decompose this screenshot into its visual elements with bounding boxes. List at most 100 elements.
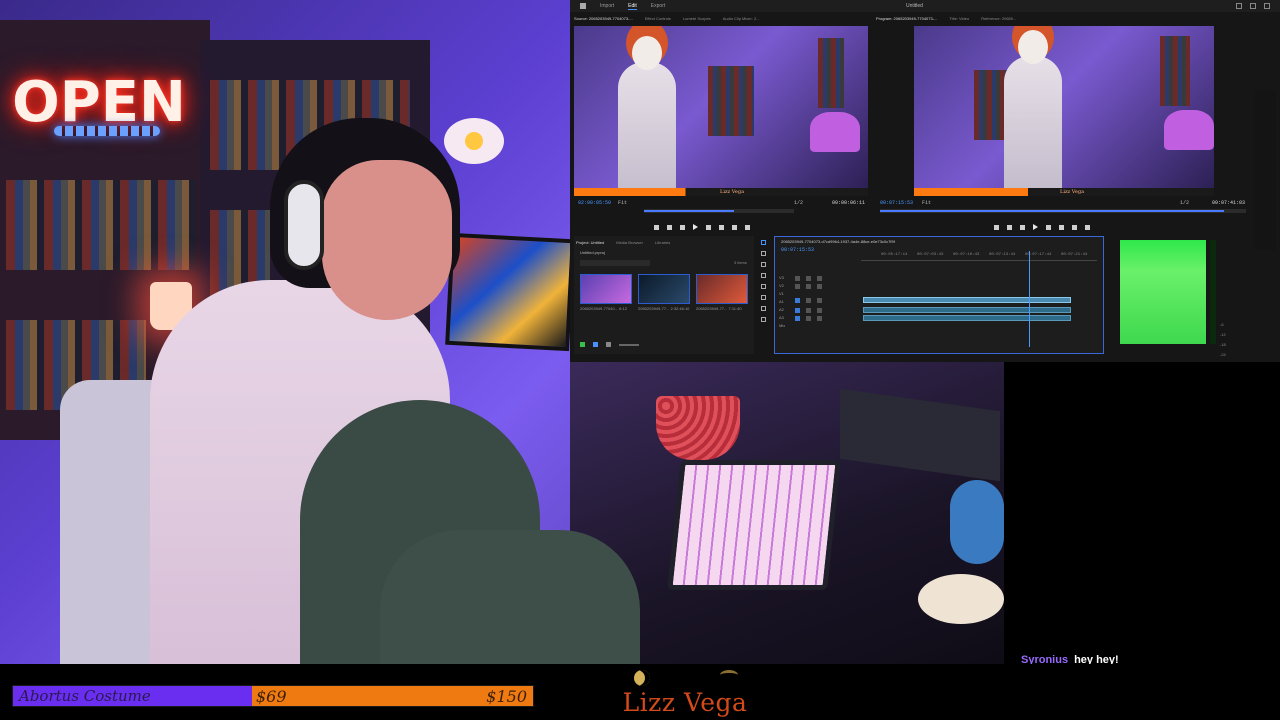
tab-effect-controls[interactable]: Effect Controls — [645, 16, 671, 21]
step-back-icon[interactable] — [680, 224, 685, 230]
track-controls — [795, 275, 822, 281]
export-frame-icon[interactable] — [1085, 224, 1090, 230]
eye-icon[interactable] — [817, 297, 822, 303]
lock-icon[interactable] — [795, 297, 800, 303]
meter-scale-label: -12 — [1220, 332, 1226, 337]
insert-icon[interactable] — [719, 224, 724, 230]
clip-thumbnail[interactable] — [638, 274, 690, 304]
tab-reference[interactable]: Reference: 20650... — [981, 16, 1016, 21]
tab-audio-clip-mixer[interactable]: Audio Clip Mixer: 2... — [723, 16, 760, 21]
track-label[interactable]: A1 — [779, 299, 785, 304]
clip-duration: 6:12 — [619, 306, 627, 311]
track-label[interactable]: V1 — [779, 291, 785, 296]
donation-goal-bar: Abortus Costume $69 $150 — [12, 685, 534, 707]
playhead[interactable] — [1029, 251, 1030, 347]
mark-in-icon[interactable] — [654, 224, 659, 230]
mic-icon[interactable] — [817, 315, 822, 321]
pen-tool-icon[interactable] — [760, 295, 766, 300]
mark-out-icon[interactable] — [1007, 224, 1012, 230]
ripple-edit-icon[interactable] — [760, 262, 766, 267]
sync-icon[interactable] — [806, 297, 811, 303]
program-caption: Lizz Vega — [1060, 189, 1085, 195]
audio-clip[interactable] — [863, 307, 1071, 313]
solo-icon[interactable] — [806, 307, 811, 313]
tab-import[interactable]: Import — [600, 3, 614, 9]
lock-icon[interactable] — [795, 275, 800, 281]
track-label[interactable]: A2 — [779, 307, 785, 312]
track-select-icon[interactable] — [760, 251, 766, 256]
tab-libraries[interactable]: Libraries — [655, 240, 670, 245]
ruler-tick: 00:07:03:43 — [917, 253, 944, 257]
project-search-input[interactable] — [580, 260, 650, 266]
play-icon[interactable] — [693, 224, 698, 230]
share-icon[interactable] — [1236, 3, 1242, 9]
timeline-panel[interactable]: 2065203949-7704073-d7cd9964-1937-4a4e-88… — [774, 236, 1104, 354]
tab-edit[interactable]: Edit — [628, 3, 637, 10]
sync-icon[interactable] — [806, 275, 811, 281]
source-scrubber[interactable] — [644, 209, 794, 213]
mark-out-icon[interactable] — [667, 224, 672, 230]
lift-icon[interactable] — [1059, 224, 1064, 230]
slip-icon[interactable] — [760, 284, 766, 289]
program-fit-select[interactable]: Fit — [922, 200, 931, 206]
mute-icon[interactable] — [795, 307, 800, 313]
tab-media-browser[interactable]: Media Browser — [616, 240, 643, 245]
eye-icon[interactable] — [817, 275, 822, 281]
program-monitor[interactable]: Lizz Vega — [914, 26, 1214, 196]
home-icon[interactable] — [580, 3, 586, 9]
solo-icon[interactable] — [806, 315, 811, 321]
clip-thumbnail[interactable] — [696, 274, 748, 304]
video-clip[interactable] — [863, 297, 1071, 303]
fullscreen-icon[interactable] — [1264, 3, 1270, 9]
tab-export[interactable]: Export — [651, 3, 665, 9]
source-monitor[interactable]: Lizz Vega — [574, 26, 868, 196]
workspace-icon[interactable] — [1250, 3, 1256, 9]
type-tool-icon[interactable] — [760, 317, 766, 322]
selection-tool-icon[interactable] — [760, 240, 766, 245]
mute-icon[interactable] — [795, 315, 800, 321]
sequence-timecode[interactable]: 00:07:15:53 — [781, 247, 814, 253]
lock-icon[interactable] — [795, 283, 800, 289]
track-label[interactable]: V3 — [779, 275, 785, 280]
export-frame-icon[interactable] — [745, 224, 750, 230]
program-fraction[interactable]: 1/2 — [1180, 200, 1189, 206]
program-scrubber[interactable] — [880, 209, 1246, 213]
tab-title[interactable]: Title: Video — [949, 16, 969, 21]
clip-thumbnail[interactable] — [580, 274, 632, 304]
timeline-ruler[interactable]: 00:05:17:14 00:07:03:43 00:07:10:43 00:0… — [861, 251, 1097, 261]
tab-program[interactable]: Program: 2065203949-7704073-... — [876, 16, 937, 21]
icon-view-icon[interactable] — [606, 342, 611, 347]
play-icon[interactable] — [1033, 224, 1038, 230]
tab-project[interactable]: Project: Untitled — [576, 240, 604, 245]
list-view-icon[interactable] — [593, 342, 598, 347]
clown-figure — [1004, 30, 1062, 196]
sequence-name[interactable]: 2065203949-7704073-d7cd9964-1937-4a4e-88… — [781, 239, 895, 244]
extract-icon[interactable] — [1072, 224, 1077, 230]
track-label[interactable]: V2 — [779, 283, 785, 288]
audio-clip[interactable] — [863, 315, 1071, 321]
overwrite-icon[interactable] — [732, 224, 737, 230]
source-fraction[interactable]: 1/2 — [794, 200, 803, 206]
step-forward-icon[interactable] — [1046, 224, 1051, 230]
mark-in-icon[interactable] — [994, 224, 999, 230]
razor-icon[interactable] — [760, 273, 766, 278]
source-fit-select[interactable]: Fit — [618, 200, 627, 206]
eye-icon[interactable] — [817, 283, 822, 289]
video-editor-capture: Import Edit Export Untitled Source: 2065… — [570, 0, 1280, 362]
channel-name: Lizz Vega — [622, 688, 748, 717]
hand-icon[interactable] — [760, 306, 766, 311]
tab-lumetri-scopes[interactable]: Lumetri Scopes — [683, 16, 711, 21]
step-forward-icon[interactable] — [706, 224, 711, 230]
mic-icon[interactable] — [817, 307, 822, 313]
program-timecode[interactable]: 00:07:15:53 — [880, 200, 913, 206]
step-back-icon[interactable] — [1020, 224, 1025, 230]
editor-topbar: Import Edit Export — [570, 0, 1280, 12]
track-controls — [795, 307, 822, 313]
sync-icon[interactable] — [806, 283, 811, 289]
tab-source[interactable]: Source: 2065203949-7704073-... — [574, 16, 633, 21]
track-label[interactable]: A3 — [779, 315, 785, 320]
pen-icon[interactable] — [580, 342, 585, 347]
track-label[interactable]: Mix — [779, 323, 785, 328]
source-timecode[interactable]: 02:00:05:50 — [578, 200, 611, 206]
zoom-slider[interactable] — [619, 344, 639, 346]
